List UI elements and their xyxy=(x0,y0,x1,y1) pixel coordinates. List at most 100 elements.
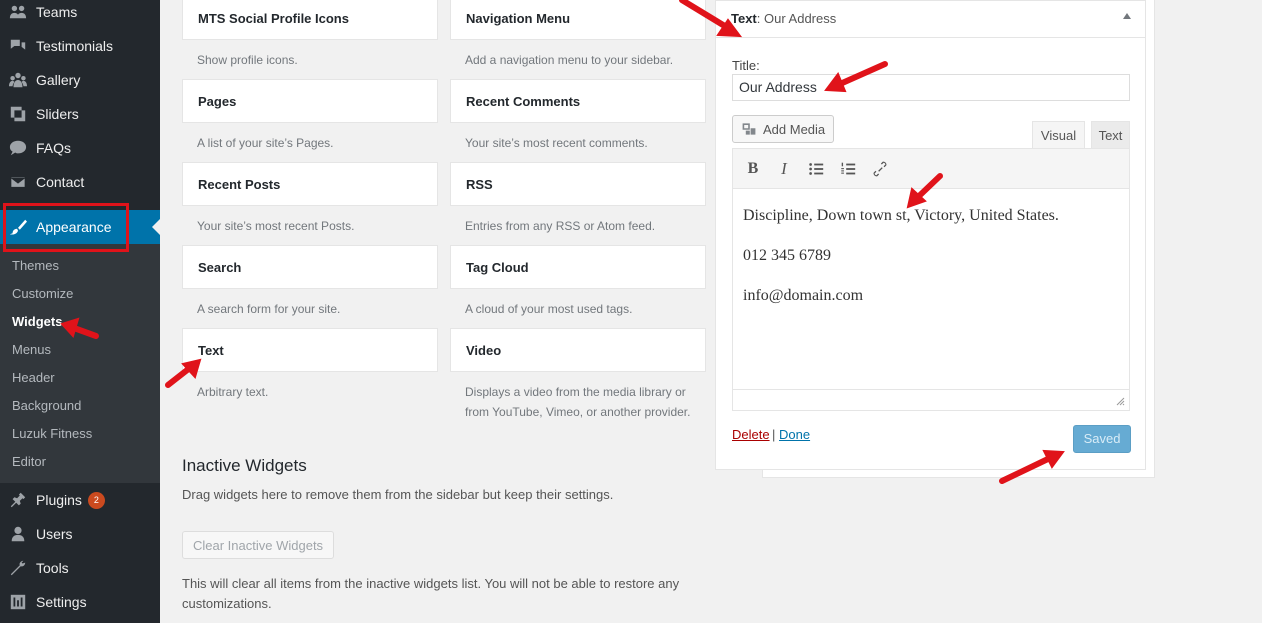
widget-recent-comments[interactable]: Recent Comments xyxy=(450,79,706,123)
menu-label: Testimonials xyxy=(36,38,114,54)
widget-description: A cloud of your most used tags. xyxy=(465,302,633,316)
groups-icon xyxy=(8,2,28,22)
widget-instance-title: : Our Address xyxy=(756,11,837,26)
widget-recent-posts[interactable]: Recent Posts xyxy=(182,162,438,206)
tab-visual[interactable]: Visual xyxy=(1032,121,1085,149)
menu-item-contact[interactable]: Contact xyxy=(0,165,160,199)
submenu-editor[interactable]: Editor xyxy=(12,454,46,469)
text-widget-title: Text: Our Address xyxy=(731,11,836,26)
collapse-toggle-icon[interactable] xyxy=(1123,13,1131,19)
menu-item-sliders[interactable]: Sliders xyxy=(0,97,160,131)
gallery-icon xyxy=(8,70,28,90)
menu-item-tools[interactable]: Tools xyxy=(0,551,160,585)
menu-label: FAQs xyxy=(36,140,72,156)
bulleted-list-button[interactable] xyxy=(804,157,828,181)
menu-label: Plugins xyxy=(36,492,82,508)
inactive-widgets-description: Drag widgets here to remove them from th… xyxy=(182,487,614,502)
text-widget-header[interactable]: Text: Our Address xyxy=(716,1,1145,38)
widget-description: Arbitrary text. xyxy=(197,385,269,399)
add-media-button[interactable]: Add Media xyxy=(732,115,835,143)
widget-text[interactable]: Text xyxy=(182,328,438,372)
widget-navigation-menu[interactable]: Navigation Menu xyxy=(450,0,706,40)
numbered-list-icon xyxy=(841,162,856,175)
format-chat-icon xyxy=(8,138,28,158)
plugins-icon xyxy=(8,490,28,510)
editor-paragraph: info@domain.com xyxy=(743,287,864,304)
update-count-badge: 2 xyxy=(87,491,105,509)
delete-link[interactable]: Delete xyxy=(732,427,770,442)
menu-label: Teams xyxy=(36,4,78,20)
widget-search[interactable]: Search xyxy=(182,245,438,289)
slides-icon xyxy=(8,104,28,124)
editor-toolbar: B I xyxy=(732,148,1130,189)
widget-description: Displays a video from the media library … xyxy=(465,382,705,422)
widget-rss[interactable]: RSS xyxy=(450,162,706,206)
appearance-submenu: Themes Customize Widgets Menus Header Ba… xyxy=(0,244,160,483)
widget-video[interactable]: Video xyxy=(450,328,706,372)
menu-item-testimonials[interactable]: Testimonials xyxy=(0,29,160,63)
widget-description-line: from YouTube, Vimeo, or another provider… xyxy=(465,405,691,419)
widget-description: Add a navigation menu to your sidebar. xyxy=(465,53,674,67)
saved-button[interactable]: Saved xyxy=(1073,425,1131,453)
menu-label: Tools xyxy=(36,560,69,576)
italic-button[interactable]: I xyxy=(772,157,796,181)
menu-label: Gallery xyxy=(36,72,81,88)
current-menu-arrow xyxy=(152,219,160,235)
inactive-widgets-note: This will clear all items from the inact… xyxy=(182,576,680,611)
link-separator: | xyxy=(772,427,776,442)
widget-pages[interactable]: Pages xyxy=(182,79,438,123)
submenu-menus[interactable]: Menus xyxy=(12,342,51,357)
widget-type-label: Text xyxy=(731,11,757,26)
submenu-luzuk-fitness[interactable]: Luzuk Fitness xyxy=(12,426,92,441)
link-icon xyxy=(873,161,887,177)
submenu-customize[interactable]: Customize xyxy=(12,286,73,301)
submenu-widgets[interactable]: Widgets xyxy=(12,314,62,329)
title-input[interactable]: Our Address xyxy=(732,74,1130,101)
menu-item-gallery[interactable]: Gallery xyxy=(0,63,160,97)
testimonial-icon xyxy=(8,36,28,56)
widget-description: A search form for your site. xyxy=(197,302,341,316)
tab-text[interactable]: Text xyxy=(1091,121,1130,149)
widget-tag-cloud[interactable]: Tag Cloud xyxy=(450,245,706,289)
widget-mts-social-profile-icons[interactable]: MTS Social Profile Icons xyxy=(182,0,438,40)
menu-label: Settings xyxy=(36,594,87,610)
bulleted-list-icon xyxy=(809,163,824,175)
editor-paragraph: Discipline, Down town st, Victory, Unite… xyxy=(743,207,1059,224)
bold-button[interactable]: B xyxy=(741,157,765,181)
widget-description: Show profile icons. xyxy=(197,53,298,67)
annotation-highlight-appearance xyxy=(3,203,129,252)
done-link[interactable]: Done xyxy=(779,427,810,442)
menu-item-teams[interactable]: Teams xyxy=(0,0,160,29)
admin-sidebar: Teams Testimonials Gallery Sliders FAQs … xyxy=(0,0,160,623)
inactive-widgets-title: Inactive Widgets xyxy=(182,456,307,475)
menu-label: Sliders xyxy=(36,106,79,122)
menu-label: Contact xyxy=(36,174,85,190)
menu-item-users[interactable]: Users xyxy=(0,517,160,551)
media-icon xyxy=(742,123,756,135)
editor-content-area[interactable]: Discipline, Down town st, Victory, Unite… xyxy=(732,189,1130,390)
settings-icon xyxy=(8,592,28,612)
menu-item-plugins[interactable]: Plugins 2 xyxy=(0,483,160,517)
add-media-label: Add Media xyxy=(763,121,826,137)
menu-label: Users xyxy=(36,526,73,542)
email-icon xyxy=(8,172,28,192)
resize-handle-icon[interactable] xyxy=(1115,396,1125,406)
insert-link-button[interactable] xyxy=(868,157,892,181)
numbered-list-button[interactable] xyxy=(836,157,860,181)
tools-icon xyxy=(8,558,28,578)
submenu-themes[interactable]: Themes xyxy=(12,258,59,273)
submenu-background[interactable]: Background xyxy=(12,398,81,413)
menu-item-faqs[interactable]: FAQs xyxy=(0,131,160,165)
editor-statusbar xyxy=(732,390,1130,411)
text-widget-form: Text: Our Address Title: Our Address Add… xyxy=(715,0,1146,470)
submenu-header[interactable]: Header xyxy=(12,370,55,385)
users-icon xyxy=(8,524,28,544)
widget-description: A list of your site’s Pages. xyxy=(197,136,334,150)
clear-inactive-widgets-button[interactable]: Clear Inactive Widgets xyxy=(182,531,335,559)
editor-paragraph: 012 345 6789 xyxy=(743,247,831,264)
menu-item-settings[interactable]: Settings xyxy=(0,585,160,619)
title-label: Title: xyxy=(732,58,760,73)
widget-description: Your site’s most recent comments. xyxy=(465,136,648,150)
widget-description: Your site’s most recent Posts. xyxy=(197,219,355,233)
widget-description-line: Displays a video from the media library … xyxy=(465,385,686,399)
